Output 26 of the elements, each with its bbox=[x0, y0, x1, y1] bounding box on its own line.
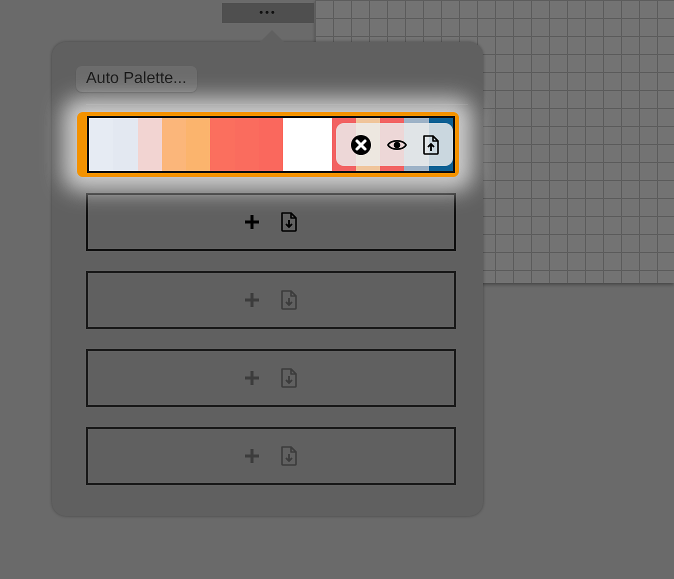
color-swatch[interactable] bbox=[162, 118, 186, 171]
plus-icon bbox=[244, 292, 260, 308]
plus-icon bbox=[244, 448, 260, 464]
plus-icon bbox=[244, 214, 260, 230]
color-swatch[interactable] bbox=[258, 118, 284, 171]
color-swatch[interactable] bbox=[210, 118, 235, 171]
color-swatch[interactable] bbox=[89, 118, 114, 171]
color-swatch[interactable] bbox=[138, 118, 162, 171]
palette-row[interactable] bbox=[77, 112, 459, 177]
auto-palette-button[interactable]: Auto Palette... bbox=[76, 66, 197, 92]
empty-palette-slot[interactable] bbox=[86, 193, 456, 251]
color-swatch[interactable] bbox=[186, 118, 210, 171]
close-button[interactable] bbox=[350, 134, 372, 156]
color-swatch[interactable] bbox=[234, 118, 259, 171]
color-swatch[interactable] bbox=[283, 118, 308, 171]
import-icon bbox=[280, 368, 298, 388]
color-swatch[interactable] bbox=[307, 118, 332, 171]
color-swatch[interactable] bbox=[113, 118, 138, 171]
export-icon bbox=[422, 134, 440, 154]
toolbar-handle[interactable]: ••• bbox=[222, 3, 314, 23]
plus-icon bbox=[244, 370, 260, 386]
export-button[interactable] bbox=[422, 134, 440, 154]
eye-button[interactable] bbox=[386, 138, 406, 152]
import-icon bbox=[280, 446, 298, 466]
import-icon bbox=[280, 290, 298, 310]
import-icon bbox=[280, 212, 298, 232]
